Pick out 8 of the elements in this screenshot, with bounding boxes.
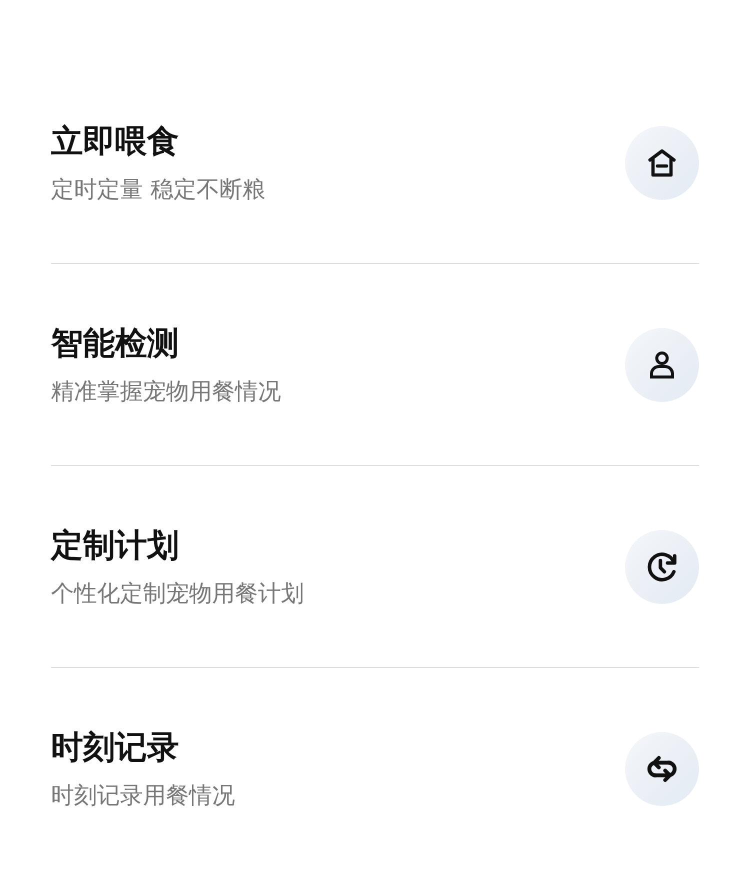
feature-subtitle: 精准掌握宠物用餐情况: [51, 378, 281, 406]
feature-subtitle: 个性化定制宠物用餐计划: [51, 580, 304, 608]
feature-title: 智能检测: [51, 322, 180, 362]
feature-title: 立即喂食: [51, 120, 180, 160]
feature-title: 定制计划: [51, 524, 180, 564]
feature-subtitle: 时刻记录用餐情况: [51, 782, 235, 810]
feature-subtitle: 定时定量 稳定不断粮: [51, 176, 266, 204]
feature-title: 时刻记录: [51, 726, 180, 766]
